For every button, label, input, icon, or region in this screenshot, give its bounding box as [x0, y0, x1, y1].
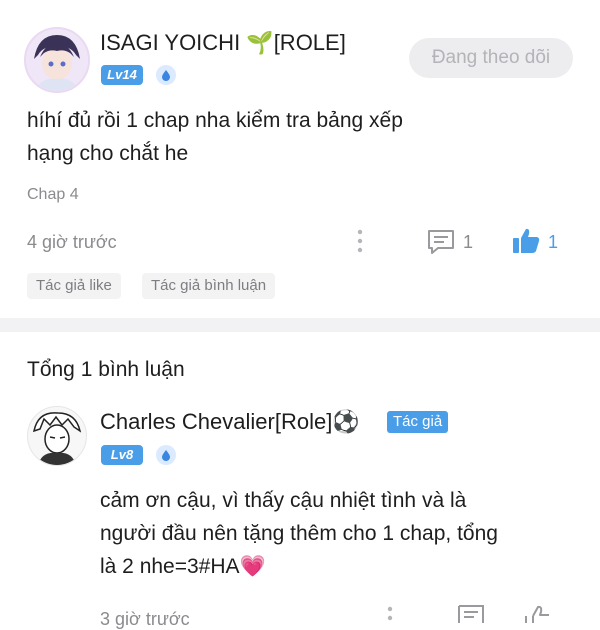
reply-content-line: là 2 nhe=3#HA💗 — [100, 555, 266, 578]
like-count: 1 — [548, 232, 559, 252]
reply-more-options-icon[interactable] — [384, 605, 396, 623]
comments-total: Tổng 1 bình luận — [27, 358, 185, 381]
post-content-line: hạng cho chắt he — [27, 142, 189, 165]
more-options-icon[interactable] — [354, 228, 366, 254]
reply-level-badge: Lv8 — [101, 445, 143, 465]
post-content-line: híhí đủ rồi 1 chap nha kiểm tra bảng xếp — [27, 109, 403, 132]
reply-avatar-image — [28, 407, 86, 465]
comment-icon[interactable] — [426, 228, 456, 256]
tag-author-like: Tác giả like — [27, 273, 121, 299]
author-badge: Tác giả — [387, 411, 449, 433]
reply-user-name[interactable]: Charles Chevalier[Role]⚽ — [100, 409, 360, 435]
reply-comment-icon[interactable] — [456, 603, 486, 623]
post-user-name[interactable]: ISAGI YOICHI 🌱[ROLE] — [100, 30, 346, 56]
avatar-image — [26, 29, 88, 91]
post-content: híhí đủ rồi 1 chap nha kiểm tra bảng xếp… — [27, 104, 587, 170]
like-icon[interactable] — [511, 226, 541, 256]
tag-author-comment: Tác giả bình luận — [142, 273, 276, 299]
reply-content-line: cảm ơn cậu, vì thấy cậu nhiệt tình và là — [100, 489, 467, 512]
section-divider — [0, 318, 600, 332]
droplet-badge-icon — [156, 65, 176, 85]
chapter-link[interactable]: Chap 4 — [27, 186, 79, 204]
level-badge: Lv14 — [101, 65, 143, 85]
comment-count: 1 — [463, 232, 474, 252]
reply-content: cảm ơn cậu, vì thấy cậu nhiệt tình và là… — [100, 484, 590, 583]
reply-time: 3 giờ trước — [100, 609, 190, 629]
reply-avatar[interactable] — [27, 406, 87, 466]
avatar[interactable] — [24, 27, 90, 93]
reply-content-line: người đầu nên tặng thêm cho 1 chap, tổng — [100, 522, 498, 545]
reply-droplet-badge-icon — [156, 445, 176, 465]
follow-button[interactable]: Đang theo dõi — [409, 38, 573, 78]
post-time: 4 giờ trước — [27, 232, 117, 252]
reply-like-icon[interactable] — [523, 602, 553, 623]
